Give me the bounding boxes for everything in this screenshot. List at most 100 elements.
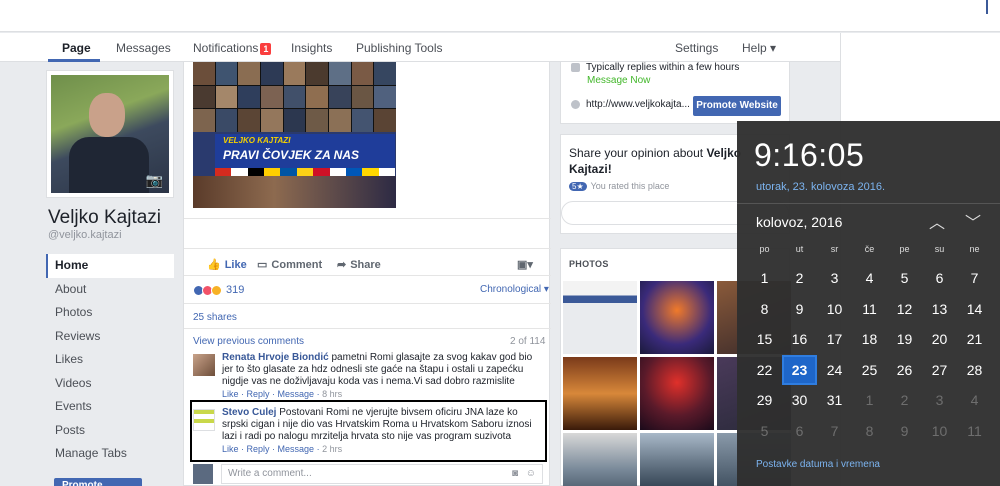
calendar-day[interactable]: 6	[922, 263, 957, 294]
calendar-day[interactable]: 10	[922, 416, 957, 447]
calendar-day[interactable]: 8	[852, 416, 887, 447]
calendar-day[interactable]: 1	[747, 263, 782, 294]
photo-thumbnail[interactable]	[563, 281, 637, 354]
photo-thumbnail[interactable]	[640, 357, 714, 430]
left-nav-home[interactable]: Home	[46, 254, 174, 278]
website-link[interactable]: http://www.veljkokajta...	[586, 99, 690, 110]
tab-notifications[interactable]: Notifications 1	[193, 41, 272, 55]
message-now-link[interactable]: Message Now	[587, 75, 650, 86]
left-nav-about[interactable]: About	[46, 278, 174, 302]
calendar-day[interactable]: 29	[747, 385, 782, 416]
page-name[interactable]: Veljko Kajtazi	[48, 207, 161, 229]
calendar-day[interactable]: 11	[852, 294, 887, 325]
calendar-day[interactable]: 1	[852, 385, 887, 416]
date-time-settings-link[interactable]: Postavke datuma i vremena	[756, 459, 880, 470]
photos-header[interactable]: PHOTOS	[569, 259, 609, 269]
promote-button[interactable]: Promote	[54, 478, 142, 486]
calendar-day[interactable]: 4	[852, 263, 887, 294]
calendar-day[interactable]: 2	[782, 263, 817, 294]
calendar-day[interactable]: 11	[957, 416, 992, 447]
post-as-selector[interactable]: ▣▾	[517, 258, 533, 271]
calendar-day[interactable]: 10	[817, 294, 852, 325]
calendar-day[interactable]: 31	[817, 385, 852, 416]
camera-icon[interactable]: ◙	[512, 465, 518, 483]
calendar-day[interactable]: 25	[852, 355, 887, 386]
view-previous-comments[interactable]: View previous comments	[193, 336, 304, 347]
calendar-day[interactable]: 17	[817, 324, 852, 355]
calendar-day[interactable]: 16	[782, 324, 817, 355]
calendar-day[interactable]: 12	[887, 294, 922, 325]
calendar-day[interactable]: 8	[747, 294, 782, 325]
comment-input[interactable]: Write a comment... ◙ ☺	[221, 464, 543, 484]
calendar-month-label[interactable]: kolovoz, 2016	[756, 214, 842, 230]
calendar-day[interactable]: 5	[747, 416, 782, 447]
like-button[interactable]: 👍 Like	[207, 258, 247, 271]
left-nav-likes[interactable]: Likes	[46, 348, 174, 372]
comment-meta: Like · Reply · Message · 8 hrs	[222, 389, 343, 399]
calendar-day[interactable]: 15	[747, 324, 782, 355]
chevron-down-icon[interactable]: ﹀	[965, 209, 981, 233]
reaction-count[interactable]: 319	[226, 284, 244, 296]
tab-publishing-tools[interactable]: Publishing Tools	[356, 41, 443, 55]
calendar-day[interactable]: 9	[782, 294, 817, 325]
comment-author[interactable]: Renata Hrvoje Biondić	[222, 352, 329, 363]
photo-thumbnail[interactable]	[563, 433, 637, 486]
calendar-day[interactable]: 6	[782, 416, 817, 447]
clock-date-link[interactable]: utorak, 23. kolovoza 2016.	[756, 181, 885, 193]
calendar-day[interactable]: 4	[957, 385, 992, 416]
left-nav-reviews[interactable]: Reviews	[46, 325, 174, 349]
calendar-day[interactable]: 5	[887, 263, 922, 294]
left-nav-videos[interactable]: Videos	[46, 372, 174, 396]
left-nav-posts[interactable]: Posts	[46, 419, 174, 443]
calendar-day[interactable]: 20	[922, 324, 957, 355]
calendar-day[interactable]: 18	[852, 324, 887, 355]
chevron-up-icon[interactable]: ︿	[929, 209, 945, 233]
calendar-day[interactable]: 3	[922, 385, 957, 416]
page-handle[interactable]: @veljko.kajtazi	[48, 229, 122, 241]
calendar-day[interactable]: 26	[887, 355, 922, 386]
share-button[interactable]: ➦ Share	[337, 258, 381, 271]
tab-help[interactable]: Help ▾	[742, 41, 776, 55]
promote-website-button[interactable]: Promote Website	[693, 96, 781, 116]
photo-thumbnail[interactable]	[563, 357, 637, 430]
shares-link[interactable]: 25 shares	[193, 312, 237, 323]
calendar-day[interactable]: 19	[887, 324, 922, 355]
reactions-summary[interactable]: 319	[193, 284, 244, 296]
calendar-day[interactable]: 28	[957, 355, 992, 386]
comment-reply-link[interactable]: Reply	[247, 389, 270, 399]
calendar-day[interactable]: 27	[922, 355, 957, 386]
tab-settings[interactable]: Settings	[675, 41, 718, 55]
tab-page[interactable]: Page	[62, 41, 91, 55]
left-nav-events[interactable]: Events	[46, 395, 174, 419]
calendar-day[interactable]: 3	[817, 263, 852, 294]
calendar-day[interactable]: 14	[957, 294, 992, 325]
calendar-day[interactable]: 13	[922, 294, 957, 325]
emoji-icon[interactable]: ☺	[526, 465, 536, 483]
photo-thumbnail[interactable]	[640, 281, 714, 354]
image-caption-small: VELJKO KAJTAZI	[223, 136, 291, 145]
comment-order-dropdown[interactable]: Chronological ▾	[480, 284, 549, 295]
calendar-day[interactable]: 30	[782, 385, 817, 416]
calendar-day[interactable]: 22	[747, 355, 782, 386]
comment-button[interactable]: ▭ Comment	[257, 258, 322, 271]
image-caption-big: PRAVI ČOVJEK ZA NAS	[223, 148, 360, 162]
left-nav-manage-tabs[interactable]: Manage Tabs	[46, 442, 174, 466]
calendar-day[interactable]: 7	[817, 416, 852, 447]
profile-picture[interactable]: 📷	[46, 70, 174, 198]
comment-like-link[interactable]: Like	[222, 389, 239, 399]
calendar-day[interactable]: 2	[887, 385, 922, 416]
calendar-day[interactable]: 7	[957, 263, 992, 294]
post-image[interactable]: VELJKO KAJTAZI PRAVI ČOVJEK ZA NAS	[193, 62, 396, 208]
tab-insights[interactable]: Insights	[291, 41, 332, 55]
calendar-day[interactable]: 9	[887, 416, 922, 447]
camera-icon[interactable]: 📷	[146, 172, 163, 189]
tab-messages[interactable]: Messages	[116, 41, 171, 55]
comment-message-link[interactable]: Message	[278, 389, 315, 399]
calendar-day[interactable]: 21	[957, 324, 992, 355]
calendar-day[interactable]: 24	[817, 355, 852, 386]
photo-thumbnail[interactable]	[640, 433, 714, 486]
comment-time[interactable]: 8 hrs	[322, 389, 342, 399]
left-nav-photos[interactable]: Photos	[46, 301, 174, 325]
calendar-day-today[interactable]: 23	[782, 354, 817, 385]
avatar[interactable]	[193, 354, 215, 376]
